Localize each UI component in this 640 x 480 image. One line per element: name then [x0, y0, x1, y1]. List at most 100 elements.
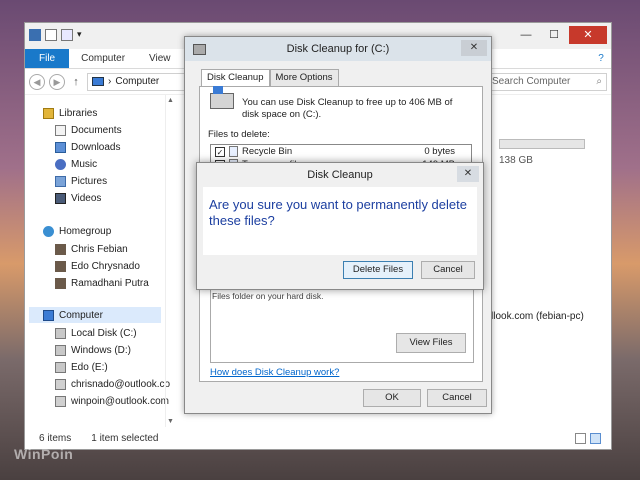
nav-item-network-location[interactable]: winpoin@outlook.com — [55, 393, 169, 409]
scroll-up-icon[interactable]: ▲ — [167, 97, 174, 104]
nav-item-drive[interactable]: Windows (D:) — [55, 342, 131, 358]
window-controls: — ☐ ✕ — [513, 26, 607, 44]
nav-label: Videos — [71, 192, 102, 204]
list-item[interactable]: ✓ Recycle Bin 0 bytes — [211, 145, 471, 158]
nav-item-documents[interactable]: Documents — [55, 122, 122, 138]
dialog-titlebar: Disk Cleanup for (C:) ✕ — [185, 37, 491, 61]
nav-label: Pictures — [71, 175, 108, 187]
drive-icon — [55, 344, 66, 356]
close-button[interactable]: ✕ — [569, 26, 607, 44]
minimize-button[interactable]: — — [513, 26, 539, 44]
tab-file[interactable]: File — [25, 49, 70, 68]
nav-label: Documents — [71, 124, 122, 136]
nav-item-music[interactable]: Music — [55, 156, 97, 172]
nav-homegroup[interactable]: Homegroup — [43, 223, 111, 239]
nav-label: Chris Febian — [71, 243, 128, 255]
quick-access-toolbar: ▾ — [29, 29, 82, 41]
music-icon — [55, 158, 66, 170]
drive-size-label: 138 GB — [499, 155, 533, 166]
nav-item-drive[interactable]: Edo (E:) — [55, 359, 108, 375]
nav-item-drive[interactable]: Local Disk (C:) — [55, 325, 137, 341]
navigation-pane: Libraries Documents Downloads Music Pict… — [25, 95, 170, 427]
homegroup-icon — [43, 225, 54, 237]
network-location-item[interactable]: llook.com (febian-pc) — [491, 311, 584, 322]
back-arrow-icon[interactable]: ◀ — [29, 73, 45, 90]
computer-icon — [92, 77, 104, 86]
nav-label: Ramadhani Putra — [71, 277, 149, 289]
properties-icon[interactable] — [45, 29, 57, 41]
confirm-cancel-button[interactable]: Cancel — [421, 261, 475, 279]
delete-files-button[interactable]: Delete Files — [343, 261, 413, 279]
search-placeholder: Search Computer — [492, 76, 571, 87]
dialog-title: Disk Cleanup for (C:) — [286, 43, 390, 55]
network-drive-icon — [55, 395, 66, 407]
confirm-close-button[interactable]: ✕ — [457, 166, 479, 182]
chevron-down-icon[interactable]: ▾ — [77, 29, 82, 41]
recycle-bin-icon — [229, 146, 238, 157]
tab-computer[interactable]: Computer — [69, 49, 137, 68]
tab-view[interactable]: View — [137, 49, 183, 68]
details-view-icon[interactable] — [575, 432, 586, 444]
documents-icon — [55, 124, 66, 136]
downloads-icon — [55, 141, 66, 153]
nav-label: winpoin@outlook.com — [71, 395, 169, 407]
breadcrumb-computer[interactable]: Computer — [115, 76, 159, 87]
checkbox[interactable]: ✓ — [215, 146, 225, 157]
nav-item-downloads[interactable]: Downloads — [55, 139, 120, 155]
drive-cleanup-icon — [210, 86, 234, 109]
computer-icon — [29, 29, 41, 41]
view-toggle — [575, 432, 601, 444]
user-avatar-icon — [55, 260, 66, 272]
nav-scrollbar[interactable]: ▲ ▼ — [165, 95, 177, 427]
user-avatar-icon — [55, 243, 66, 255]
confirm-body: Are you sure you want to permanently del… — [203, 187, 477, 255]
confirm-message: Are you sure you want to permanently del… — [209, 197, 467, 228]
nav-label: Edo (E:) — [71, 361, 108, 373]
computer-icon — [43, 309, 54, 321]
tab-more-options[interactable]: More Options — [269, 69, 339, 86]
search-input[interactable]: Search Computer ⌕ — [487, 72, 607, 91]
nav-computer[interactable]: Computer — [29, 307, 161, 323]
help-icon[interactable]: ? — [591, 49, 611, 68]
nav-label: Music — [71, 158, 98, 170]
item-count: 6 items — [39, 432, 72, 444]
watermark-logo: WinPoin — [14, 446, 74, 462]
network-drive-icon — [55, 378, 66, 390]
forward-arrow-icon[interactable]: ▶ — [49, 73, 65, 90]
drive-icon — [55, 327, 66, 339]
intro-text: You can use Disk Cleanup to free up to 4… — [242, 97, 453, 120]
help-link[interactable]: How does Disk Cleanup work? — [210, 367, 339, 378]
nav-label: Edo Chrysnado — [71, 260, 140, 272]
nav-item-pictures[interactable]: Pictures — [55, 173, 107, 189]
large-icons-view-icon[interactable] — [590, 432, 601, 444]
nav-item-user[interactable]: Chris Febian — [55, 241, 128, 257]
nav-label: Homegroup — [59, 225, 112, 237]
nav-libraries[interactable]: Libraries — [43, 105, 97, 121]
nav-label: Windows (D:) — [71, 344, 132, 356]
view-files-button[interactable]: View Files — [396, 333, 466, 353]
nav-item-videos[interactable]: Videos — [55, 190, 101, 206]
scroll-down-icon[interactable]: ▼ — [167, 418, 174, 425]
nav-label: chrisnado@outlook.co — [71, 378, 171, 390]
file-size: 0 bytes — [424, 146, 455, 157]
nav-item-user[interactable]: Edo Chrysnado — [55, 258, 140, 274]
status-bar: 6 items 1 item selected — [25, 427, 611, 449]
dialog-close-button[interactable]: ✕ — [461, 40, 487, 56]
confirm-delete-dialog: Disk Cleanup ✕ Are you sure you want to … — [196, 162, 484, 290]
maximize-button[interactable]: ☐ — [541, 26, 567, 44]
selection-count: 1 item selected — [91, 432, 159, 444]
ok-button[interactable]: OK — [363, 389, 421, 407]
pictures-icon — [55, 175, 66, 187]
tab-disk-cleanup[interactable]: Disk Cleanup — [201, 69, 270, 87]
user-avatar-icon — [55, 277, 66, 289]
up-arrow-icon[interactable]: ↑ — [69, 76, 83, 88]
nav-item-network-location[interactable]: chrisnado@outlook.co — [55, 376, 170, 392]
nav-item-user[interactable]: Ramadhani Putra — [55, 275, 149, 291]
new-folder-icon[interactable] — [61, 29, 73, 41]
nav-label: Downloads — [71, 141, 121, 153]
cancel-button[interactable]: Cancel — [427, 389, 487, 407]
breadcrumb-separator-icon: › — [108, 76, 112, 87]
nav-label: Computer — [59, 309, 103, 321]
description-text: Files folder on your hard disk. — [212, 291, 324, 301]
drive-icon — [55, 361, 66, 373]
